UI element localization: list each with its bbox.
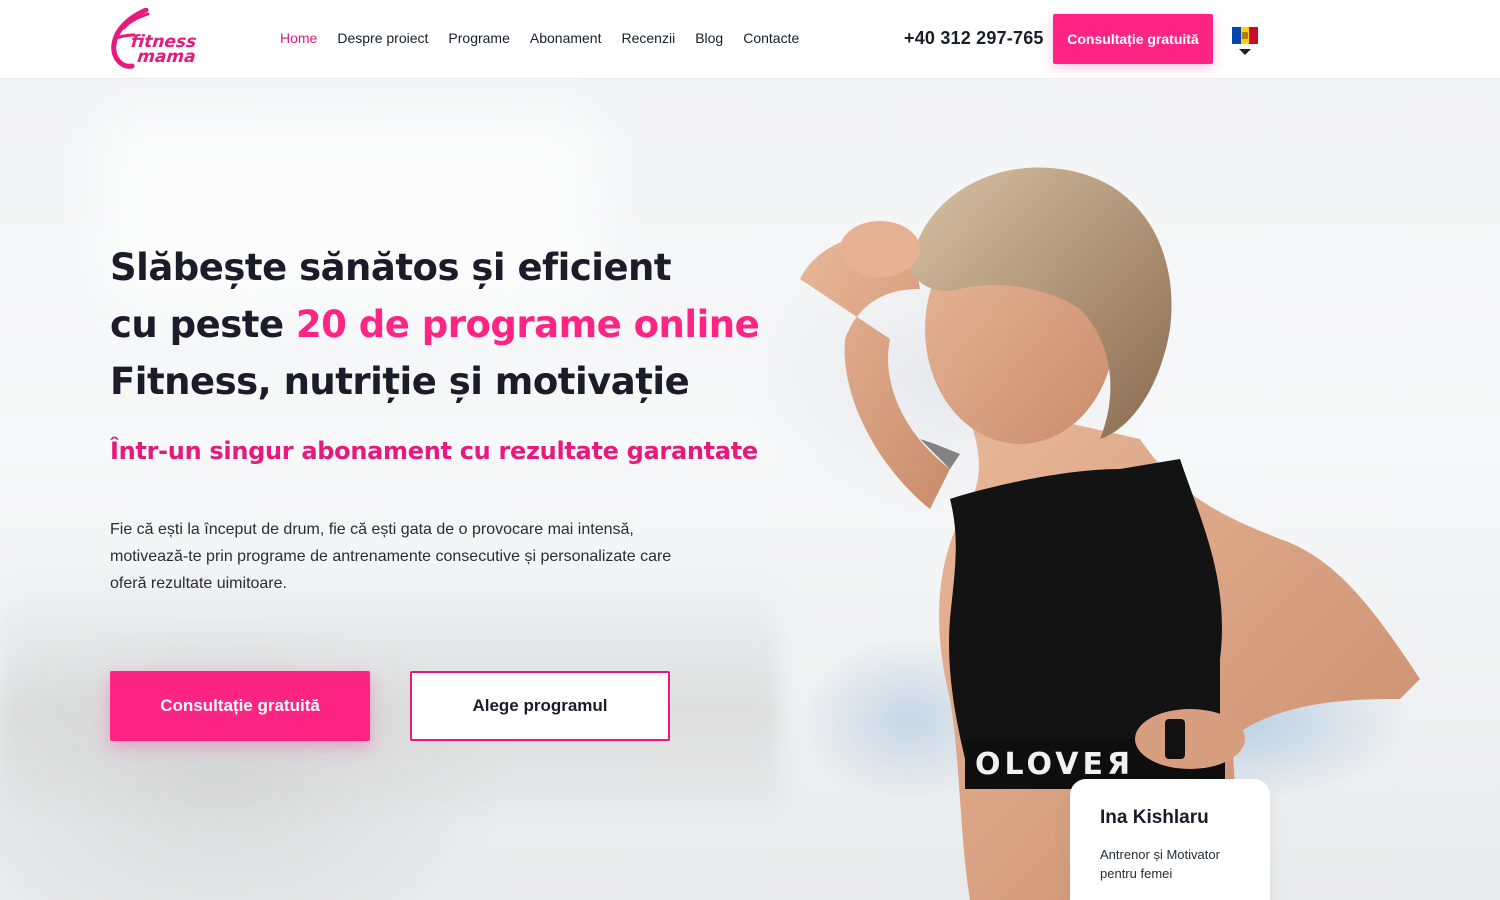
- headline-line-3: Fitness, nutriție și motivație: [110, 360, 690, 403]
- hero-description: Fie că ești la început de drum, fie că e…: [110, 521, 672, 592]
- nav-contacte[interactable]: Contacte: [743, 30, 799, 46]
- site-header: fitness mama Home Despre proiect Program…: [0, 0, 1500, 79]
- language-selector[interactable]: [1232, 27, 1259, 59]
- trainer-role: Antrenor și Motivator pentru femei: [1100, 847, 1220, 881]
- main-nav: Home Despre proiect Programe Abonament R…: [280, 30, 799, 46]
- hero-section: OLOVEЯ Slăbește sănătos și eficient cu p…: [0, 79, 1500, 900]
- fitness-mama-logo[interactable]: fitness mama: [108, 8, 208, 72]
- headline-highlight: 20 de programe online: [295, 303, 760, 346]
- headline-line-1: Slăbește sănătos și eficient: [110, 246, 672, 289]
- nav-recenzii[interactable]: Recenzii: [621, 30, 675, 46]
- trainer-name: Ina Kishlaru: [1100, 807, 1209, 828]
- consultation-button[interactable]: Consultație gratuită: [110, 671, 370, 741]
- flag-emblem: [1242, 32, 1248, 39]
- chevron-down-icon: [1239, 49, 1251, 55]
- nav-home[interactable]: Home: [280, 30, 317, 46]
- nav-programe[interactable]: Programe: [448, 30, 509, 46]
- logo-text: fitness mama: [129, 32, 198, 67]
- headline-line-2-prefix: cu peste: [110, 303, 296, 346]
- hero-headline: Slăbește sănătos și eficient cu peste 20…: [110, 239, 760, 410]
- hero-subline: Într-un singur abonament cu rezultate ga…: [110, 437, 758, 465]
- svg-text:OLOVEЯ: OLOVEЯ: [975, 747, 1134, 782]
- header-consultation-button[interactable]: Consultație gratuită: [1053, 14, 1213, 64]
- phone-number[interactable]: +40 312 297-765: [904, 28, 1044, 49]
- nav-despre-proiect[interactable]: Despre proiect: [337, 30, 428, 46]
- trainer-card: Ina Kishlaru Antrenor și Motivator pentr…: [1070, 779, 1270, 900]
- nav-abonament[interactable]: Abonament: [530, 30, 602, 46]
- nav-blog[interactable]: Blog: [695, 30, 723, 46]
- choose-program-button[interactable]: Alege programul: [410, 671, 670, 741]
